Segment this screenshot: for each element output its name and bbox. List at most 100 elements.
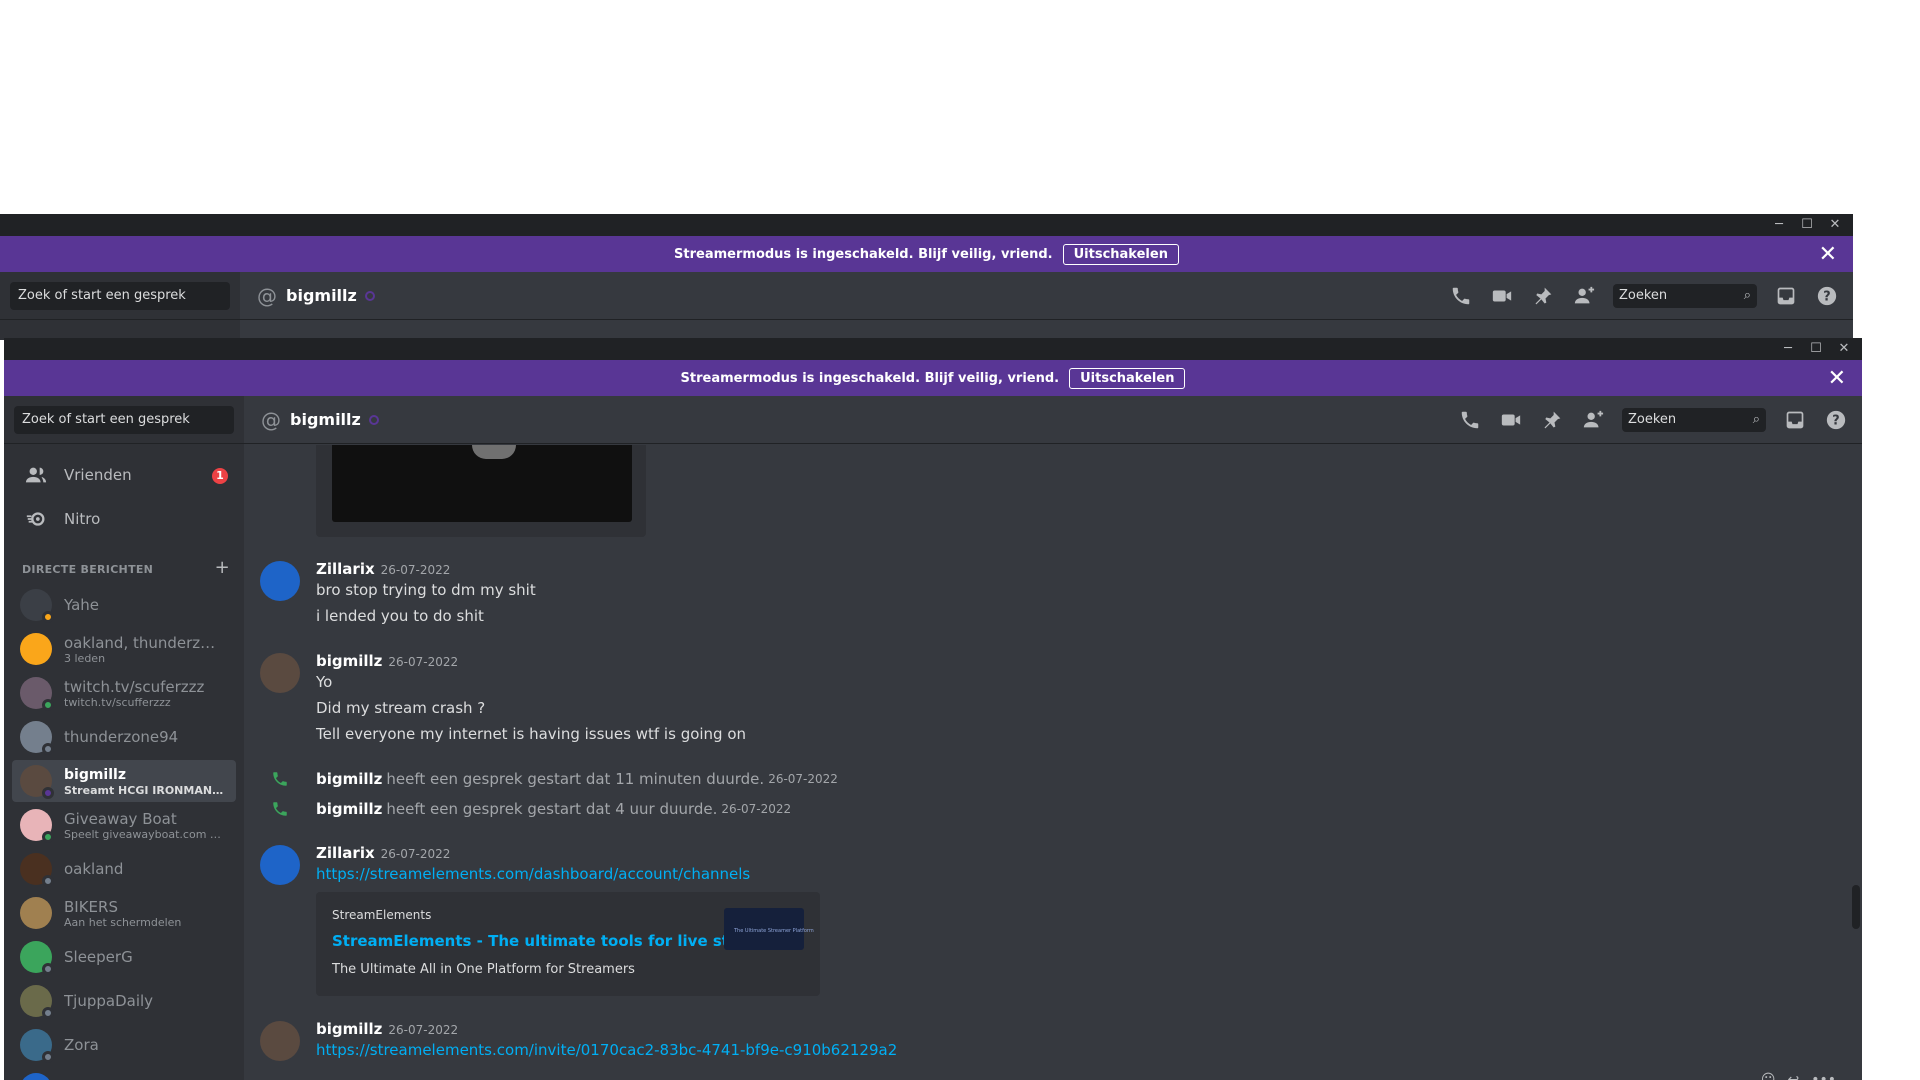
nav-nitro[interactable]: Nitro [12, 498, 236, 540]
call-timestamp: 26-07-2022 [721, 802, 792, 816]
embed-provider[interactable]: StreamElements [332, 908, 431, 922]
embed-description: The Ultimate All in One Platform for Str… [332, 962, 635, 977]
message-author[interactable]: Zillarix [316, 560, 375, 578]
message-timestamp: 26-07-2022 [388, 655, 459, 669]
dm-item[interactable]: thunderzone94 [12, 716, 236, 758]
channel-header: @ bigmillz Zoeken ⌕ ? [244, 396, 1862, 444]
message-link[interactable]: https://streamelements.com/dashboard/acc… [316, 865, 750, 883]
pin-icon[interactable] [1531, 284, 1555, 308]
embed-thumbnail[interactable]: The Ultimate Streamer Platform [724, 908, 814, 950]
dm-item[interactable]: bigmillz Streamt HCGI IRONMAN / ... [12, 760, 236, 802]
phone-icon [260, 770, 300, 788]
close-banner-icon[interactable]: ✕ [1828, 366, 1846, 391]
notification-badge: 1 [212, 468, 228, 484]
avatar[interactable] [260, 1021, 300, 1061]
add-friend-icon[interactable] [1581, 408, 1605, 432]
minimize-button[interactable]: ─ [1774, 338, 1802, 360]
minimize-button[interactable]: ─ [1765, 214, 1793, 236]
avatar [20, 765, 54, 799]
dm-item[interactable]: TjuppaDaily [12, 980, 236, 1022]
inbox-icon[interactable] [1783, 408, 1807, 432]
add-reaction-icon[interactable]: ☺ [1761, 1072, 1776, 1080]
avatar [20, 633, 52, 665]
message-text: i lended you to do shit [316, 607, 484, 625]
call-author[interactable]: bigmillz [316, 770, 382, 788]
message-text: Did my stream crash ? [316, 699, 486, 717]
channel-header: @ bigmillz Zoeken ⌕ ? [240, 272, 1853, 320]
dm-item[interactable]: Yahe [12, 584, 236, 626]
message-area: Zillarix 26-07-2022 bro stop trying to dm… [244, 445, 1862, 1080]
at-icon: @ [261, 407, 281, 432]
pin-icon[interactable] [1540, 408, 1564, 432]
avatar [20, 677, 54, 711]
discord-window: ─ ☐ ✕ Streamermodus is ingeschakeld. Bli… [4, 338, 1862, 1080]
message-author[interactable]: bigmillz [316, 1020, 382, 1038]
message-timestamp: 26-07-2022 [380, 847, 451, 861]
conversation-search-input[interactable]: Zoek of start een gesprek [10, 282, 230, 310]
message-author[interactable]: bigmillz [316, 652, 382, 670]
link-embed: StreamElements StreamElements - The ulti… [316, 892, 820, 996]
nav-label: Nitro [64, 510, 101, 528]
dm-item[interactable]: BIKERS Aan het schermdelen [12, 892, 236, 934]
close-window-button[interactable]: ✕ [1830, 338, 1858, 360]
disable-streamer-mode-button[interactable]: Uitschakelen [1062, 243, 1179, 265]
message-search-input[interactable]: Zoeken ⌕ [1613, 284, 1757, 308]
disable-streamer-mode-button[interactable]: Uitschakelen [1069, 367, 1186, 389]
message-author[interactable]: Zillarix [316, 844, 375, 862]
status-indicator [42, 787, 54, 799]
close-window-button[interactable]: ✕ [1821, 214, 1849, 236]
dm-item[interactable]: oakland, thunderzone943 leden [12, 628, 236, 670]
dm-item[interactable]: SleeperG [12, 936, 236, 978]
phone-icon [260, 800, 300, 818]
message-link[interactable]: https://streamelements.com/invite/0170ca… [316, 1041, 897, 1059]
sidebar: Zoek of start een gesprek [0, 272, 240, 340]
message-search-input[interactable]: Zoeken ⌕ [1622, 408, 1766, 432]
dm-item[interactable]: Zora [12, 1024, 236, 1066]
create-dm-button[interactable]: + [215, 557, 230, 578]
dm-subtext: 3 leden [64, 651, 106, 665]
conversation-search-input[interactable]: Zoek of start een gesprek [14, 406, 234, 434]
more-options-icon[interactable]: ••• [1811, 1072, 1836, 1080]
svg-text:?: ? [1832, 414, 1839, 429]
dm-subtext: Speelt giveawayboat.com | g.h... [64, 827, 224, 841]
avatar [20, 1029, 54, 1063]
dm-list: Yaheoakland, thunderzone943 ledentwitch.… [4, 584, 244, 1080]
dm-section-header: DIRECTE BERICHTEN + [4, 542, 244, 582]
voice-call-icon[interactable] [1458, 408, 1482, 432]
search-placeholder: Zoeken [1619, 288, 1668, 303]
help-icon[interactable]: ? [1824, 408, 1848, 432]
avatar[interactable] [260, 561, 300, 601]
dm-name: TjuppaDaily [64, 992, 154, 1010]
maximize-button[interactable]: ☐ [1802, 338, 1830, 360]
avatar [20, 809, 54, 843]
dm-item[interactable]: twitch.tv/scuferzzz twitch.tv/scufferzzz [12, 672, 236, 714]
dm-item[interactable]: oakland [12, 848, 236, 890]
dm-item[interactable]: Giveaway Boat Speelt giveawayboat.com | g… [12, 804, 236, 846]
maximize-button[interactable]: ☐ [1793, 214, 1821, 236]
reply-icon[interactable]: ↩ [1787, 1072, 1799, 1080]
avatar [20, 1073, 52, 1080]
help-icon[interactable]: ? [1815, 284, 1839, 308]
inbox-icon[interactable] [1774, 284, 1798, 308]
nav-friends[interactable]: Vrienden 1 [12, 454, 236, 496]
call-author[interactable]: bigmillz [316, 800, 382, 818]
avatar[interactable] [260, 845, 300, 885]
avatar[interactable] [260, 653, 300, 693]
at-icon: @ [257, 283, 277, 308]
status-indicator [42, 1007, 54, 1019]
dm-name: twitch.tv/scuferzzz [64, 677, 205, 696]
video-call-icon[interactable] [1490, 284, 1514, 308]
video-call-icon[interactable] [1499, 408, 1523, 432]
voice-call-icon[interactable] [1449, 284, 1473, 308]
scrollbar-thumb[interactable] [1852, 885, 1860, 929]
call-text: heeft een gesprek gestart dat 4 uur duur… [386, 800, 718, 818]
add-friend-icon[interactable] [1572, 284, 1596, 308]
message-text: bro stop trying to dm my shit [316, 581, 536, 599]
close-banner-icon[interactable]: ✕ [1819, 242, 1837, 267]
image-attachment[interactable] [316, 445, 646, 537]
image-preview [332, 445, 632, 522]
search-icon: ⌕ [1743, 288, 1751, 303]
background-window: ─ ☐ ✕ Streamermodus is ingeschakeld. Bli… [0, 214, 1853, 340]
status-indicator [42, 1051, 54, 1063]
dm-item[interactable]: Tickets [12, 1068, 236, 1080]
